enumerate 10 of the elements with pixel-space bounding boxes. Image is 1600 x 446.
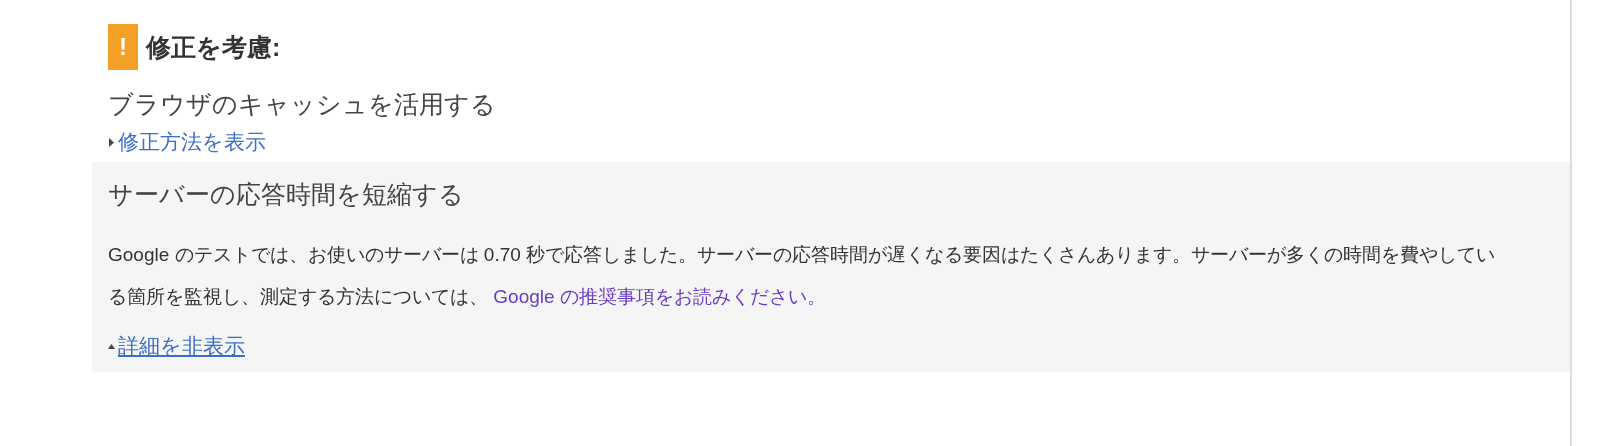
rule-title: ブラウザのキャッシュを活用する xyxy=(108,89,497,120)
details-toggle-link[interactable]: 詳細を非表示 xyxy=(108,332,245,360)
details-toggle-link[interactable]: 修正方法を表示 xyxy=(108,128,266,156)
caret-up-icon xyxy=(108,341,115,351)
caret-right-icon xyxy=(108,137,115,147)
rule-title: サーバーの応答時間を短縮する xyxy=(108,179,465,210)
section-heading: 修正を考慮: xyxy=(146,31,281,63)
warning-badge: ! xyxy=(108,24,138,70)
recommendations-link[interactable]: Google の推奨事項をお読みください。 xyxy=(493,286,826,307)
rule-description: Google のテストでは、お使いのサーバーは 0.70 秒で応答しました。サーバーの応答時間が遅くなる要因はたくさんあります。サーバーが多くの時間を費やしている箇所を監視し、測定する方法については、 Google の推奨事項をお読みください。 xyxy=(108,243,1497,309)
